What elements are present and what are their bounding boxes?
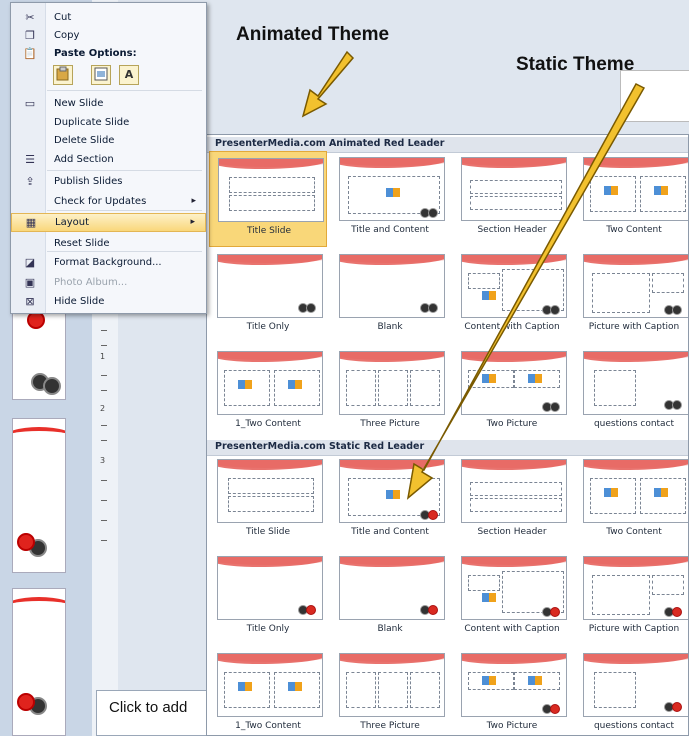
powerpoint-window: 1 2 3 Animated Theme Static Theme Click … xyxy=(0,0,689,736)
animated-theme-arrow xyxy=(301,50,355,118)
static-theme-arrow xyxy=(406,83,646,500)
annotation-arrows xyxy=(301,50,646,500)
